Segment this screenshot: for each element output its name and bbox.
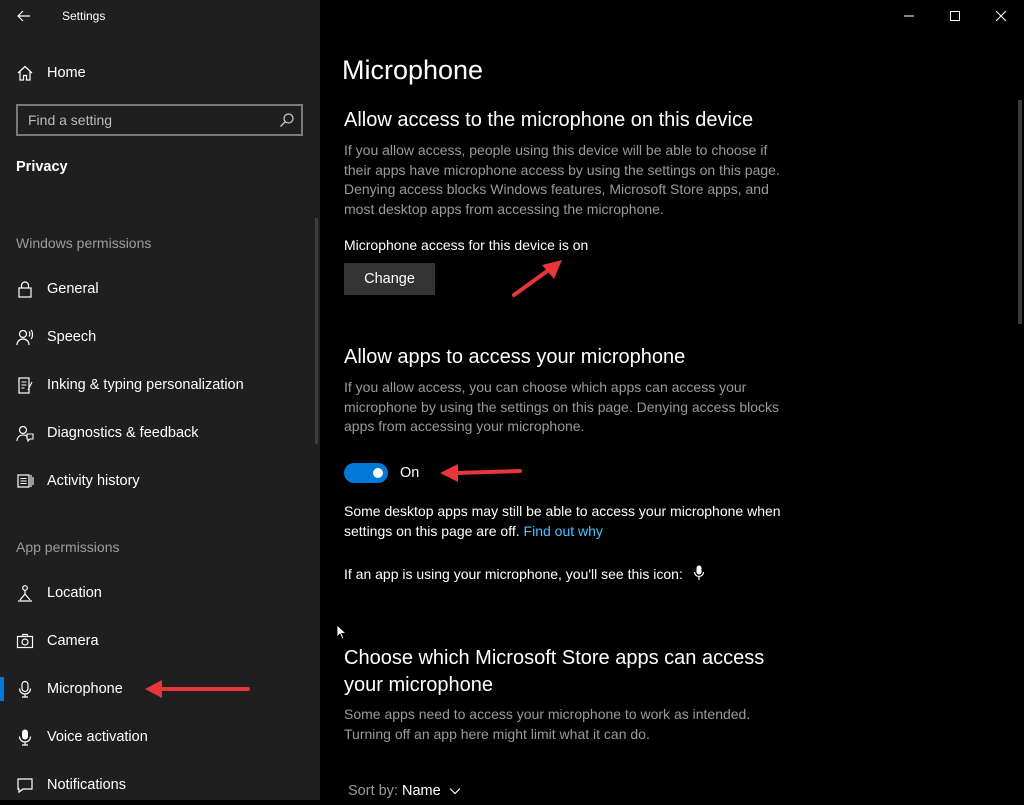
activity-history-icon — [15, 471, 35, 491]
back-arrow-icon — [17, 10, 30, 22]
sidebar-scrollbar[interactable] — [315, 218, 318, 444]
home-icon — [15, 63, 35, 83]
sort-value: Name — [402, 783, 441, 799]
apps-access-toggle[interactable] — [344, 463, 388, 483]
sidebar-item-label: Notifications — [47, 777, 126, 793]
device-access-heading: Allow access to the microphone on this d… — [344, 109, 754, 131]
sidebar-item-label: Location — [47, 585, 102, 601]
sidebar-item-camera[interactable]: Camera — [0, 621, 315, 661]
sidebar-item-label: Camera — [47, 633, 99, 649]
device-access-description: If you allow access, people using this d… — [344, 142, 780, 217]
close-icon — [995, 10, 1007, 22]
sidebar-item-label: Activity history — [47, 473, 140, 489]
search-box — [16, 104, 303, 136]
sidebar-item-location[interactable]: Location — [0, 573, 315, 613]
lock-icon — [15, 279, 35, 299]
minimize-button[interactable] — [886, 0, 932, 32]
sidebar-item-label: Diagnostics & feedback — [47, 425, 199, 441]
app-title: Settings — [62, 9, 106, 23]
sidebar-item-microphone[interactable]: Microphone — [0, 669, 315, 709]
sidebar-item-label: General — [47, 281, 99, 297]
store-apps-description: Some apps need to access your microphone… — [344, 706, 751, 742]
store-apps-heading: Choose which Microsoft Store apps can ac… — [344, 647, 765, 696]
toggle-knob — [373, 468, 383, 478]
notifications-icon — [15, 775, 35, 795]
search-input[interactable] — [18, 106, 273, 134]
windows-permissions-header: Windows permissions — [16, 235, 152, 251]
sidebar-item-notifications[interactable]: Notifications — [0, 765, 315, 805]
toggle-state-label: On — [400, 465, 420, 481]
apps-access-description: If you allow access, you can choose whic… — [344, 379, 780, 434]
speech-icon — [15, 327, 35, 347]
diagnostics-icon — [15, 423, 35, 443]
voice-activation-icon — [15, 727, 35, 747]
sidebar: Settings Home Privacy Windows permission… — [0, 0, 320, 800]
apps-access-heading: Allow apps to access your microphone — [344, 346, 686, 368]
sidebar-item-voice-activation[interactable]: Voice activation — [0, 717, 315, 757]
sort-dropdown[interactable]: Sort by: Name — [348, 783, 461, 799]
inking-icon — [15, 375, 35, 395]
mic-icon-note-text: If an app is using your microphone, you'… — [344, 566, 683, 582]
sidebar-item-speech[interactable]: Speech — [0, 317, 315, 357]
sidebar-item-activity-history[interactable]: Activity history — [0, 461, 315, 501]
search-icon[interactable] — [279, 112, 295, 128]
change-button[interactable]: Change — [344, 263, 435, 295]
find-out-why-link[interactable]: Find out why — [524, 523, 603, 539]
close-button[interactable] — [978, 0, 1024, 32]
maximize-icon — [950, 11, 960, 21]
selection-indicator — [0, 677, 4, 701]
camera-icon — [15, 631, 35, 651]
sidebar-item-inking-typing[interactable]: Inking & typing personalization — [0, 365, 315, 405]
minimize-icon — [904, 15, 914, 17]
sidebar-item-label: Speech — [47, 329, 97, 345]
location-icon — [15, 583, 35, 603]
sidebar-item-diagnostics[interactable]: Diagnostics & feedback — [0, 413, 315, 453]
annotation-arrow-icon — [440, 464, 522, 482]
mouse-cursor-icon — [336, 624, 348, 640]
chevron-down-icon — [449, 788, 461, 795]
main-scrollbar[interactable] — [1018, 100, 1022, 324]
maximize-button[interactable] — [932, 0, 978, 32]
device-access-status: Microphone access for this device is on — [344, 237, 589, 253]
category-title: Privacy — [16, 159, 68, 175]
page-title: Microphone — [342, 55, 484, 85]
microphone-status-icon — [693, 565, 704, 580]
app-permissions-header: App permissions — [16, 539, 120, 555]
desktop-apps-note: Some desktop apps may still be able to a… — [344, 502, 794, 541]
sort-label: Sort by: — [348, 783, 398, 799]
sidebar-item-general[interactable]: General — [0, 269, 315, 309]
sidebar-item-home[interactable]: Home — [0, 53, 315, 93]
microphone-icon — [15, 679, 35, 699]
sidebar-item-label: Voice activation — [47, 729, 148, 745]
sidebar-item-label: Inking & typing personalization — [47, 377, 244, 393]
back-button[interactable] — [10, 5, 38, 27]
mic-icon-note: If an app is using your microphone, you'… — [344, 565, 705, 585]
sidebar-item-label: Microphone — [47, 681, 123, 697]
annotation-arrow-icon — [512, 260, 562, 297]
sidebar-item-label: Home — [47, 65, 86, 81]
